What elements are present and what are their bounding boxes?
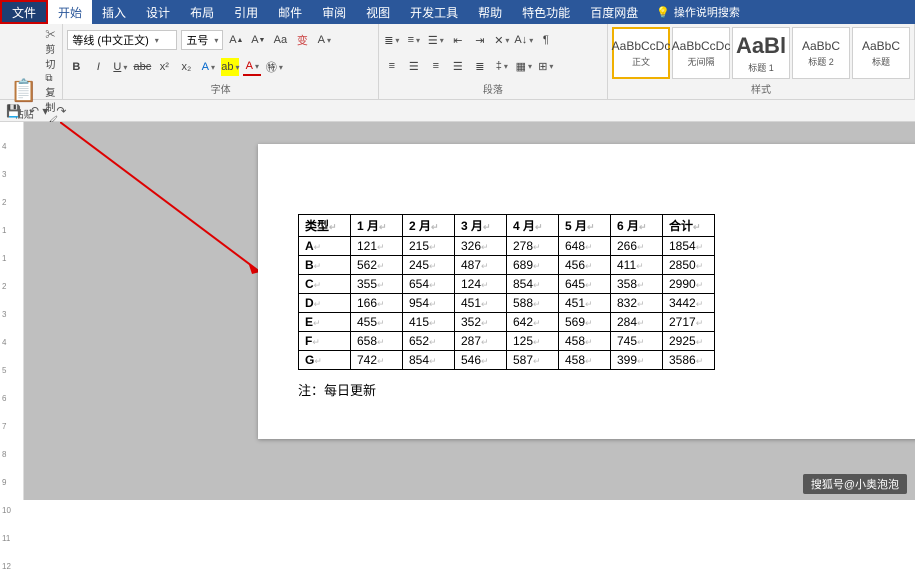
- show-marks-button[interactable]: ¶: [537, 31, 555, 49]
- align-right-button[interactable]: ≡: [427, 57, 445, 75]
- save-button[interactable]: 💾: [6, 104, 21, 118]
- highlight-button[interactable]: ab: [221, 58, 239, 76]
- font-color-button[interactable]: A: [243, 58, 261, 76]
- font-size-combo[interactable]: 五号: [181, 30, 223, 50]
- menu-tabs: 文件 开始 插入 设计 布局 引用 邮件 审阅 视图 开发工具 帮助 特色功能 …: [0, 0, 915, 24]
- change-case-button[interactable]: Aa: [271, 31, 289, 49]
- cut-button[interactable]: ✂ 剪切: [45, 26, 58, 71]
- distribute-button[interactable]: ≣: [471, 57, 489, 75]
- table-header: 1 月↵: [351, 215, 403, 237]
- increase-indent-button[interactable]: ⇥: [471, 31, 489, 49]
- bold-button[interactable]: B: [67, 58, 85, 76]
- tab-view[interactable]: 视图: [356, 0, 400, 24]
- vertical-ruler[interactable]: 4321123456789101112: [0, 122, 24, 500]
- table-header: 2 月↵: [403, 215, 455, 237]
- phonetic-guide-button[interactable]: 变: [293, 31, 311, 49]
- group-clipboard: 📋 粘贴 ✂ 剪切 ⧉ 复制 🖌 格式刷 剪贴板: [0, 24, 63, 99]
- line-spacing-button[interactable]: ‡: [493, 57, 511, 75]
- tab-design[interactable]: 设计: [136, 0, 180, 24]
- table-row: D↵166↵954↵451↵588↵451↵832↵3442↵: [299, 294, 715, 313]
- quick-access-toolbar: 💾 ↶ ▾ ↷: [0, 100, 915, 122]
- group-font: 等线 (中文正文) 五号 A▲ A▼ Aa 变 A B I U abc x² x…: [63, 24, 378, 99]
- bullets-button[interactable]: ≣: [383, 31, 401, 49]
- document-canvas[interactable]: 类型↵1 月↵2 月↵3 月↵4 月↵5 月↵6 月↵合计↵A↵121↵215↵…: [24, 122, 915, 500]
- copy-icon: ⧉: [45, 73, 52, 84]
- group-label-paragraph: 段落: [383, 80, 603, 97]
- group-paragraph: ≣ ≡ ☰ ⇤ ⇥ ✕ A↓ ¶ ≡ ☰ ≡ ☰ ≣ ‡ ▦ ⊞ 段落: [379, 24, 608, 99]
- tab-baidu[interactable]: 百度网盘: [580, 0, 648, 24]
- clipboard-icon: 📋: [10, 78, 37, 104]
- justify-button[interactable]: ☰: [449, 57, 467, 75]
- decrease-indent-button[interactable]: ⇤: [449, 31, 467, 49]
- table-row: A↵121↵215↵326↵278↵648↵266↵1854↵: [299, 237, 715, 256]
- sort-button[interactable]: A↓: [515, 31, 533, 49]
- tab-home[interactable]: 开始: [48, 0, 92, 24]
- tab-layout[interactable]: 布局: [180, 0, 224, 24]
- tab-review[interactable]: 审阅: [312, 0, 356, 24]
- borders-button[interactable]: ⊞: [537, 57, 555, 75]
- tab-file[interactable]: 文件: [0, 0, 48, 24]
- tab-mail[interactable]: 邮件: [268, 0, 312, 24]
- watermark: 搜狐号@小奥泡泡: [803, 474, 907, 494]
- document-page: 类型↵1 月↵2 月↵3 月↵4 月↵5 月↵6 月↵合计↵A↵121↵215↵…: [258, 144, 915, 439]
- table-header: 类型↵: [299, 215, 351, 237]
- font-name-combo[interactable]: 等线 (中文正文): [67, 30, 177, 50]
- table-row: B↵562↵245↵487↵689↵456↵411↵2850↵: [299, 256, 715, 275]
- undo-button[interactable]: ↶ ▾: [29, 104, 48, 118]
- superscript-button[interactable]: x²: [155, 58, 173, 76]
- style-item-标题 2[interactable]: AaBbC标题 2: [792, 27, 850, 79]
- clear-format-button[interactable]: A: [315, 31, 333, 49]
- table-row: G↵742↵854↵546↵587↵458↵399↵3586↵: [299, 351, 715, 370]
- style-gallery[interactable]: AaBbCcDc正文AaBbCcDc无间隔AaBl标题 1AaBbC标题 2Aa…: [612, 27, 910, 79]
- data-table: 类型↵1 月↵2 月↵3 月↵4 月↵5 月↵6 月↵合计↵A↵121↵215↵…: [298, 214, 715, 370]
- table-header: 合计↵: [663, 215, 715, 237]
- annotation-arrow: [60, 122, 270, 282]
- ribbon: 📋 粘贴 ✂ 剪切 ⧉ 复制 🖌 格式刷 剪贴板 等线 (中文正文) 五号 A▲…: [0, 24, 915, 100]
- italic-button[interactable]: I: [89, 58, 107, 76]
- group-styles: AaBbCcDc正文AaBbCcDc无间隔AaBl标题 1AaBbC标题 2Aa…: [608, 24, 915, 99]
- style-item-标题[interactable]: AaBbC标题: [852, 27, 910, 79]
- table-row: E↵455↵415↵352↵642↵569↵284↵2717↵: [299, 313, 715, 332]
- scissors-icon: ✂: [45, 30, 55, 41]
- numbering-button[interactable]: ≡: [405, 31, 423, 49]
- enclose-char-button[interactable]: ㊕: [265, 58, 283, 76]
- table-header: 4 月↵: [507, 215, 559, 237]
- align-left-button[interactable]: ≡: [383, 57, 401, 75]
- table-header: 3 月↵: [455, 215, 507, 237]
- style-item-正文[interactable]: AaBbCcDc正文: [612, 27, 670, 79]
- table-header: 6 月↵: [611, 215, 663, 237]
- style-item-无间隔[interactable]: AaBbCcDc无间隔: [672, 27, 730, 79]
- tell-me-search[interactable]: 💡 操作说明搜索: [648, 0, 748, 24]
- workspace: L 4321123456789101112 211213415161718191…: [0, 122, 915, 500]
- multilevel-button[interactable]: ☰: [427, 31, 445, 49]
- redo-button[interactable]: ↷: [56, 104, 66, 118]
- tab-special[interactable]: 特色功能: [512, 0, 580, 24]
- strike-button[interactable]: abc: [133, 58, 151, 76]
- style-item-标题 1[interactable]: AaBl标题 1: [732, 27, 790, 79]
- group-label-font: 字体: [67, 80, 373, 97]
- shrink-font-button[interactable]: A▼: [249, 31, 267, 49]
- tab-dev[interactable]: 开发工具: [400, 0, 468, 24]
- align-center-button[interactable]: ☰: [405, 57, 423, 75]
- table-header: 5 月↵: [559, 215, 611, 237]
- lightbulb-icon: 💡: [656, 6, 670, 19]
- tab-help[interactable]: 帮助: [468, 0, 512, 24]
- tab-references[interactable]: 引用: [224, 0, 268, 24]
- tab-insert[interactable]: 插入: [92, 0, 136, 24]
- asian-layout-button[interactable]: ✕: [493, 31, 511, 49]
- underline-button[interactable]: U: [111, 58, 129, 76]
- group-label-styles: 样式: [612, 80, 910, 97]
- text-effects-button[interactable]: A: [199, 58, 217, 76]
- table-row: C↵355↵654↵124↵854↵645↵358↵2990↵: [299, 275, 715, 294]
- note-text: 注：每日更新: [298, 380, 915, 399]
- subscript-button[interactable]: x₂: [177, 58, 195, 76]
- table-row: F↵658↵652↵287↵125↵458↵745↵2925↵: [299, 332, 715, 351]
- grow-font-button[interactable]: A▲: [227, 31, 245, 49]
- shading-button[interactable]: ▦: [515, 57, 533, 75]
